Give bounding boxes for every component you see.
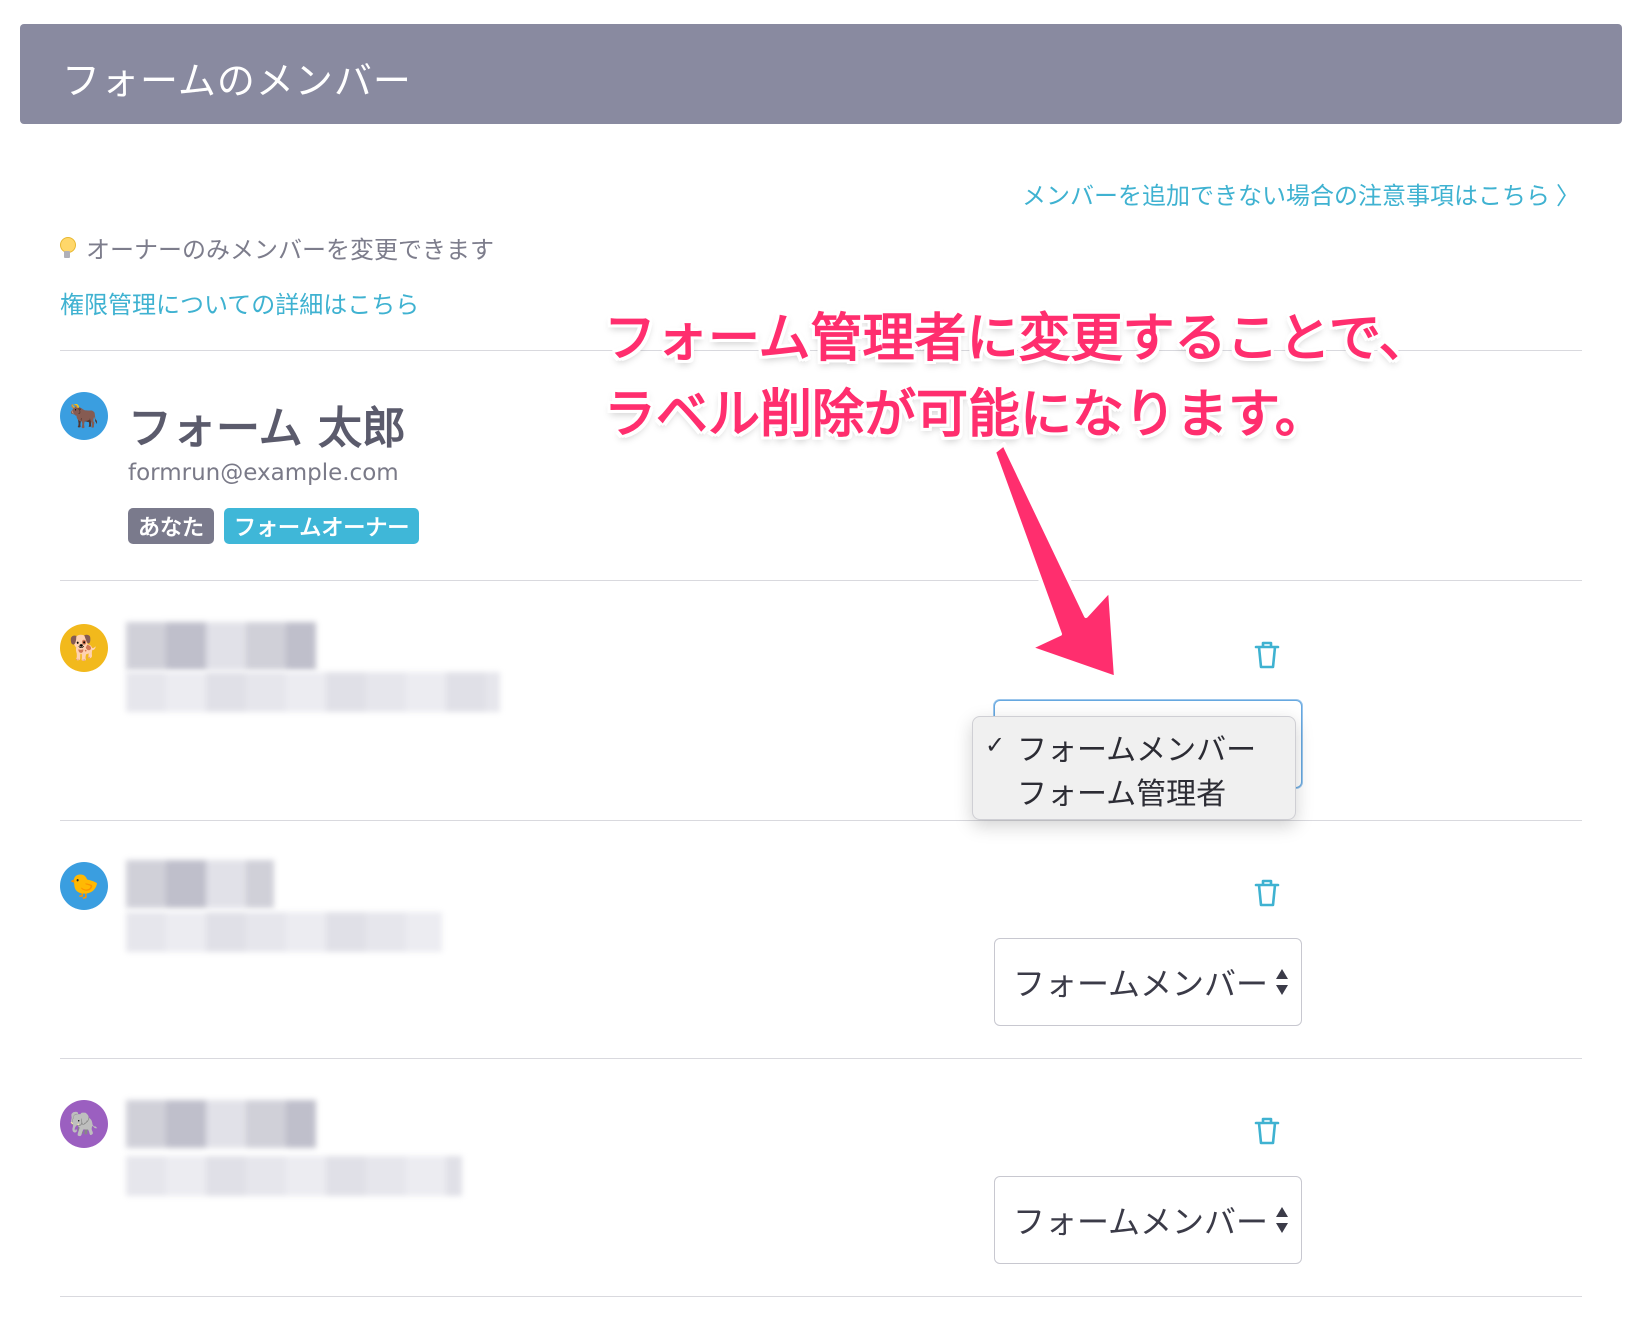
sort-arrows-icon <box>1276 1207 1288 1233</box>
badge-you: あなた <box>128 508 215 544</box>
notice-link[interactable]: メンバーを追加できない場合の注意事項はこちら〉 <box>1022 176 1580 211</box>
role-select-value: フォームメンバー <box>1013 965 1269 1003</box>
divider <box>60 820 1582 821</box>
elephant-icon: 🐘 <box>69 1110 99 1138</box>
notice-link-label: メンバーを追加できない場合の注意事項はこちら <box>1022 182 1550 210</box>
role-select[interactable]: フォームメンバー <box>994 1176 1302 1264</box>
divider <box>60 1058 1582 1059</box>
owner-avatar: 🐂 <box>60 392 108 440</box>
member-name-redacted <box>126 622 316 670</box>
owner-email: formrun@example.com <box>128 460 399 486</box>
member-email-redacted <box>126 912 442 952</box>
member-name-redacted <box>126 860 274 908</box>
trash-icon[interactable] <box>1254 878 1280 908</box>
role-select-value: フォームメンバー <box>1013 1203 1269 1241</box>
section-header: フォームのメンバー <box>20 24 1622 124</box>
annotation-line-2: ラベル削除が可能になります。 <box>604 385 1327 445</box>
permissions-link[interactable]: 権限管理についての詳細はこちら <box>60 285 419 320</box>
owner-note-text: オーナーのみメンバーを変更できます <box>86 236 494 264</box>
duck-icon: 🐤 <box>69 872 99 900</box>
trash-icon[interactable] <box>1254 640 1280 670</box>
member-avatar: 🐕 <box>60 624 108 672</box>
owner-name: フォーム 太郎 <box>128 403 406 454</box>
trash-icon[interactable] <box>1254 1116 1280 1146</box>
member-avatar: 🐤 <box>60 862 108 910</box>
dropdown-option-member[interactable]: フォームメンバー <box>1017 725 1256 769</box>
owner-note: オーナーのみメンバーを変更できます <box>60 230 494 265</box>
member-email-redacted <box>126 672 500 712</box>
bull-icon: 🐂 <box>69 402 99 430</box>
role-dropdown-menu: ✓ フォームメンバー フォーム管理者 <box>972 716 1296 820</box>
annotation-arrow-icon <box>992 442 1118 680</box>
role-select[interactable]: フォームメンバー <box>994 938 1302 1026</box>
dropdown-option-admin[interactable]: フォーム管理者 <box>1017 769 1226 813</box>
annotation-line-1: フォーム管理者に変更することで、 <box>604 309 1431 369</box>
section-title: フォームのメンバー <box>62 59 412 103</box>
lightbulb-icon <box>60 236 76 259</box>
member-name-redacted <box>126 1100 316 1148</box>
divider <box>60 580 1582 581</box>
checkmark-icon: ✓ <box>985 731 1006 759</box>
member-avatar: 🐘 <box>60 1100 108 1148</box>
chevron-right-icon: 〉 <box>1556 182 1580 210</box>
dog-icon: 🐕 <box>69 634 99 662</box>
sort-arrows-icon <box>1276 969 1288 995</box>
divider <box>60 1296 1582 1297</box>
badge-form-owner: フォームオーナー <box>224 508 420 544</box>
member-email-redacted <box>126 1156 462 1196</box>
